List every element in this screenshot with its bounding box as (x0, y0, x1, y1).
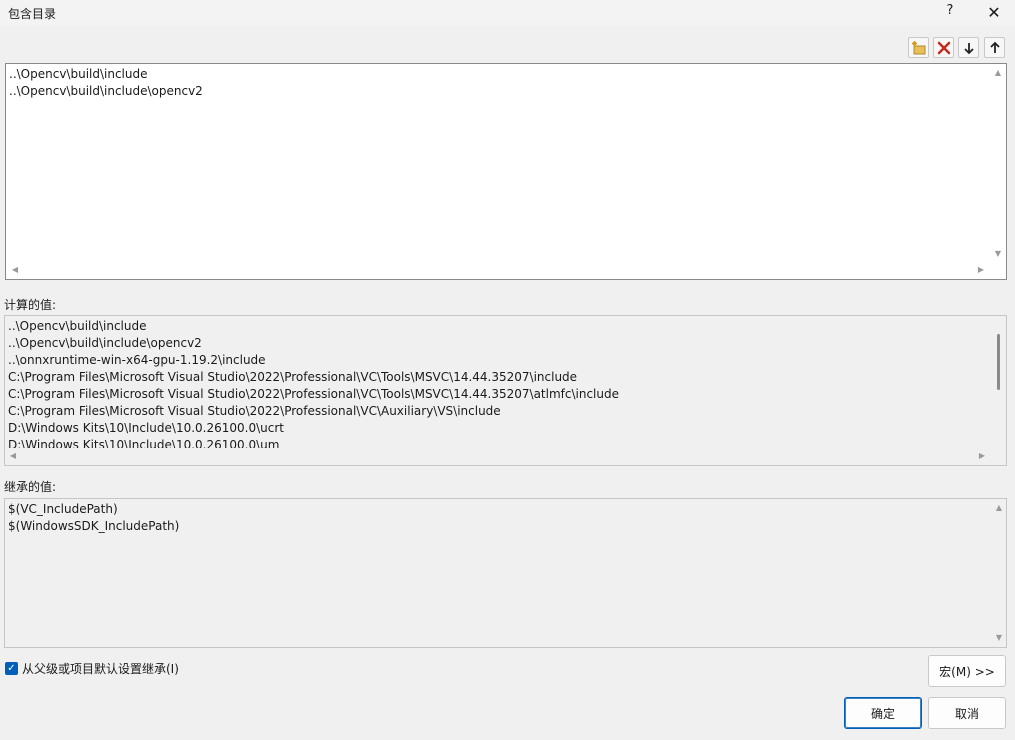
evaluated-line: D:\Windows Kits\10\Include\10.0.26100.0\… (8, 421, 284, 435)
delete-button[interactable] (933, 37, 954, 58)
macros-button[interactable]: 宏(M) >> (928, 655, 1006, 687)
evaluated-line: ..\Opencv\build\include (8, 319, 147, 333)
inherited-line: $(WindowsSDK_IncludePath) (8, 519, 180, 533)
editor-line[interactable]: ..\Opencv\build\include\opencv2 (9, 83, 203, 100)
editor-lines[interactable]: ..\Opencv\build\include ..\Opencv\build\… (9, 66, 203, 100)
move-up-icon (989, 41, 1000, 53)
inherit-checkbox[interactable]: ✓ 从父级或项目默认设置继承(I) (5, 660, 179, 677)
new-line-icon (911, 40, 925, 54)
include-editor[interactable]: ..\Opencv\build\include ..\Opencv\build\… (5, 63, 1007, 280)
delete-icon (937, 41, 950, 54)
editor-line[interactable]: ..\Opencv\build\include (9, 66, 203, 83)
dialog-title: 包含目录 (8, 7, 57, 21)
evaluated-line: C:\Program Files\Microsoft Visual Studio… (8, 370, 578, 384)
evaluated-line: D:\Windows Kits\10\Include\10.0.26100.0\… (8, 438, 280, 448)
title-bar (0, 0, 1015, 26)
vertical-scrollbar-thumb[interactable] (997, 334, 1000, 390)
evaluated-line: ..\onnxruntime-win-x64-gpu-1.19.2\includ… (8, 353, 266, 367)
inherited-values-box[interactable]: $(VC_IncludePath) $(WindowsSDK_IncludePa… (4, 498, 1007, 648)
evaluated-label: 计算的值: (4, 298, 57, 312)
evaluated-line: C:\Program Files\Microsoft Visual Studio… (8, 404, 501, 418)
scroll-down-arrow-icon[interactable]: ▼ (991, 249, 1005, 258)
move-down-icon (963, 42, 974, 54)
help-button[interactable]: ? (942, 3, 958, 21)
scroll-left-arrow-icon[interactable]: ◀ (8, 265, 22, 274)
evaluated-line: C:\Program Files\Microsoft Visual Studio… (8, 387, 619, 401)
scroll-down-arrow-icon[interactable]: ▼ (992, 633, 1006, 642)
inherited-label: 继承的值: (4, 480, 57, 494)
close-button[interactable]: ✕ (984, 3, 1004, 22)
evaluated-lines: ..\Opencv\build\include ..\Opencv\build\… (8, 318, 988, 448)
move-up-button[interactable] (984, 37, 1005, 58)
new-line-button[interactable] (908, 37, 929, 58)
evaluated-values-box[interactable]: ..\Opencv\build\include ..\Opencv\build\… (4, 315, 1007, 466)
inherited-lines: $(VC_IncludePath) $(WindowsSDK_IncludePa… (8, 501, 179, 535)
inherited-line: $(VC_IncludePath) (8, 502, 118, 516)
cancel-button[interactable]: 取消 (928, 697, 1006, 729)
scroll-right-arrow-icon[interactable]: ▶ (974, 265, 988, 274)
ok-button[interactable]: 确定 (844, 697, 922, 729)
scroll-right-arrow-icon[interactable]: ▶ (975, 451, 989, 460)
move-down-button[interactable] (958, 37, 979, 58)
scroll-up-arrow-icon[interactable]: ▲ (992, 503, 1006, 512)
scroll-up-arrow-icon[interactable]: ▲ (991, 68, 1005, 77)
scroll-left-arrow-icon[interactable]: ◀ (6, 451, 20, 460)
inherit-checkbox-label: 从父级或项目默认设置继承(I) (22, 662, 179, 676)
evaluated-line: ..\Opencv\build\include\opencv2 (8, 336, 202, 350)
checkmark-icon[interactable]: ✓ (5, 662, 18, 675)
